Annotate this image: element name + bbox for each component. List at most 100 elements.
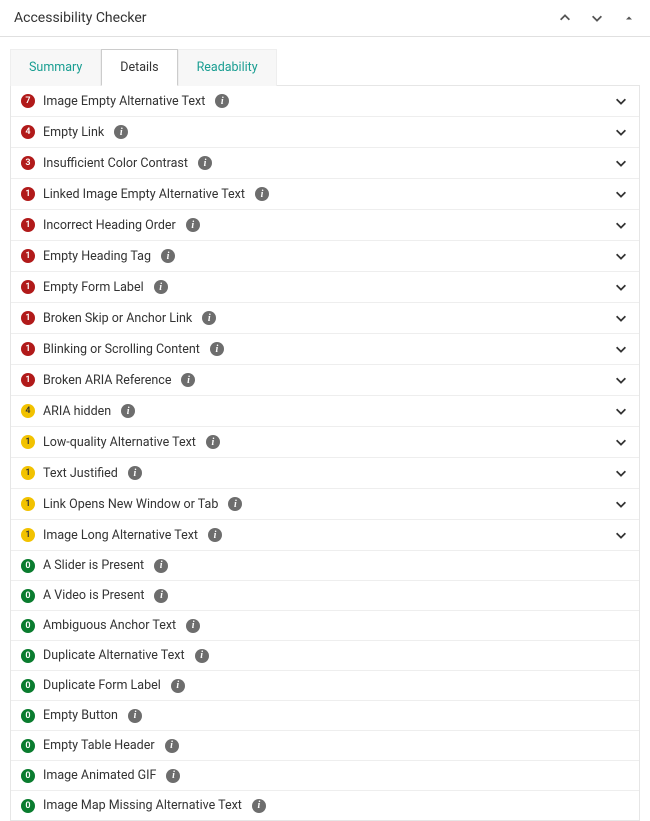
chevron-down-icon[interactable] xyxy=(613,155,629,171)
count-badge: 0 xyxy=(21,679,35,693)
issue-label: Insufficient Color Contrast xyxy=(43,156,188,171)
issue-row[interactable]: 1Empty Heading Tagi xyxy=(11,241,639,272)
info-icon[interactable]: i xyxy=(186,619,200,633)
panel-title: Accessibility Checker xyxy=(14,10,147,26)
info-icon[interactable]: i xyxy=(206,435,220,449)
info-icon[interactable]: i xyxy=(154,589,168,603)
info-icon[interactable]: i xyxy=(252,799,266,813)
chevron-down-icon[interactable] xyxy=(613,496,629,512)
info-icon[interactable]: i xyxy=(171,679,185,693)
issue-row: 0 Empty Button i xyxy=(11,701,639,731)
info-icon[interactable]: i xyxy=(166,769,180,783)
chevron-down-icon[interactable] xyxy=(590,11,604,25)
issue-label: Empty Form Label xyxy=(43,280,144,295)
chevron-down-icon[interactable] xyxy=(613,124,629,140)
count-badge: 1 xyxy=(21,373,35,387)
count-badge: 0 xyxy=(21,649,35,663)
issue-row[interactable]: 3 Insufficient Color Contrast i xyxy=(11,148,639,179)
issue-label: Linked Image Empty Alternative Text xyxy=(43,187,245,202)
tabs: Summary Details Readability xyxy=(0,37,650,86)
info-icon[interactable]: i xyxy=(208,528,222,542)
chevron-down-icon[interactable] xyxy=(613,310,629,326)
issue-row: 0Empty Table Headeri xyxy=(11,731,639,761)
collapse-up-icon[interactable] xyxy=(622,11,636,25)
chevron-down-icon[interactable] xyxy=(613,217,629,233)
chevron-down-icon[interactable] xyxy=(613,341,629,357)
info-icon[interactable]: i xyxy=(210,342,224,356)
info-icon[interactable]: i xyxy=(181,373,195,387)
count-badge: 4 xyxy=(21,125,35,139)
info-icon[interactable]: i xyxy=(195,649,209,663)
tab-label: Details xyxy=(120,60,158,75)
tab-details[interactable]: Details xyxy=(101,49,177,86)
issue-label: A Video is Present xyxy=(43,588,144,603)
issue-label: Empty Button xyxy=(43,708,118,723)
issue-row: 0A Video is Presenti xyxy=(11,581,639,611)
issue-label: Broken Skip or Anchor Link xyxy=(43,311,192,326)
issue-row[interactable]: 1 Empty Form Label i xyxy=(11,272,639,303)
count-badge: 1 xyxy=(21,249,35,263)
info-icon[interactable]: i xyxy=(161,249,175,263)
count-badge: 3 xyxy=(21,156,35,170)
chevron-down-icon[interactable] xyxy=(613,279,629,295)
issue-label: Blinking or Scrolling Content xyxy=(43,342,200,357)
tab-label: Summary xyxy=(29,60,82,75)
issue-label: Low-quality Alternative Text xyxy=(43,435,196,450)
chevron-down-icon[interactable] xyxy=(613,465,629,481)
info-icon[interactable]: i xyxy=(154,559,168,573)
count-badge: 0 xyxy=(21,619,35,633)
issue-row: 0Duplicate Alternative Texti xyxy=(11,641,639,671)
issue-label: Duplicate Form Label xyxy=(43,678,161,693)
issue-row[interactable]: 4ARIA hiddeni xyxy=(11,396,639,427)
chevron-down-icon[interactable] xyxy=(613,372,629,388)
info-icon[interactable]: i xyxy=(228,497,242,511)
info-icon[interactable]: i xyxy=(128,709,142,723)
issue-label: Broken ARIA Reference xyxy=(43,373,171,388)
issue-row[interactable]: 1Low-quality Alternative Texti xyxy=(11,427,639,458)
issue-row[interactable]: 1Incorrect Heading Orderi xyxy=(11,210,639,241)
info-icon[interactable]: i xyxy=(114,125,128,139)
issue-row: 0A Slider is Presenti xyxy=(11,551,639,581)
chevron-up-icon[interactable] xyxy=(558,11,572,25)
count-badge: 0 xyxy=(21,709,35,723)
chevron-down-icon[interactable] xyxy=(613,248,629,264)
issue-row[interactable]: 1 Broken Skip or Anchor Link i xyxy=(11,303,639,334)
count-badge: 1 xyxy=(21,311,35,325)
info-icon[interactable]: i xyxy=(186,218,200,232)
count-badge: 1 xyxy=(21,187,35,201)
issue-row[interactable]: 7Image Empty Alternative Texti xyxy=(11,86,639,117)
count-badge: 7 xyxy=(21,94,35,108)
issue-row[interactable]: 4Empty Linki xyxy=(11,117,639,148)
info-icon[interactable]: i xyxy=(121,404,135,418)
issue-row[interactable]: 1 Linked Image Empty Alternative Text i xyxy=(11,179,639,210)
chevron-down-icon[interactable] xyxy=(613,434,629,450)
issue-row[interactable]: 1 Broken ARIA Reference i xyxy=(11,365,639,396)
issue-row: 0 Ambiguous Anchor Text i xyxy=(11,611,639,641)
info-icon[interactable]: i xyxy=(215,94,229,108)
header-actions xyxy=(558,11,636,25)
chevron-down-icon[interactable] xyxy=(613,93,629,109)
tab-summary[interactable]: Summary xyxy=(10,49,101,86)
tab-readability[interactable]: Readability xyxy=(178,49,277,86)
info-icon[interactable]: i xyxy=(202,311,216,325)
info-icon[interactable]: i xyxy=(198,156,212,170)
info-icon[interactable]: i xyxy=(128,466,142,480)
issue-row[interactable]: 1Image Long Alternative Texti xyxy=(11,520,639,551)
count-badge: 1 xyxy=(21,528,35,542)
info-icon[interactable]: i xyxy=(154,280,168,294)
issue-label: Empty Table Header xyxy=(43,738,155,753)
chevron-down-icon[interactable] xyxy=(613,186,629,202)
issue-row[interactable]: 1Link Opens New Window or Tabi xyxy=(11,489,639,520)
issues-list: 7Image Empty Alternative Texti4Empty Lin… xyxy=(10,85,640,821)
issue-row[interactable]: 1Text Justifiedi xyxy=(11,458,639,489)
info-icon[interactable]: i xyxy=(255,187,269,201)
chevron-down-icon[interactable] xyxy=(613,403,629,419)
issue-label: Image Map Missing Alternative Text xyxy=(43,798,242,813)
info-icon[interactable]: i xyxy=(165,739,179,753)
issue-row[interactable]: 1Blinking or Scrolling Contenti xyxy=(11,334,639,365)
issue-label: Text Justified xyxy=(43,466,118,481)
count-badge: 1 xyxy=(21,280,35,294)
issue-row: 0Image Map Missing Alternative Texti xyxy=(11,791,639,820)
issue-label: Ambiguous Anchor Text xyxy=(43,618,176,633)
chevron-down-icon[interactable] xyxy=(613,527,629,543)
